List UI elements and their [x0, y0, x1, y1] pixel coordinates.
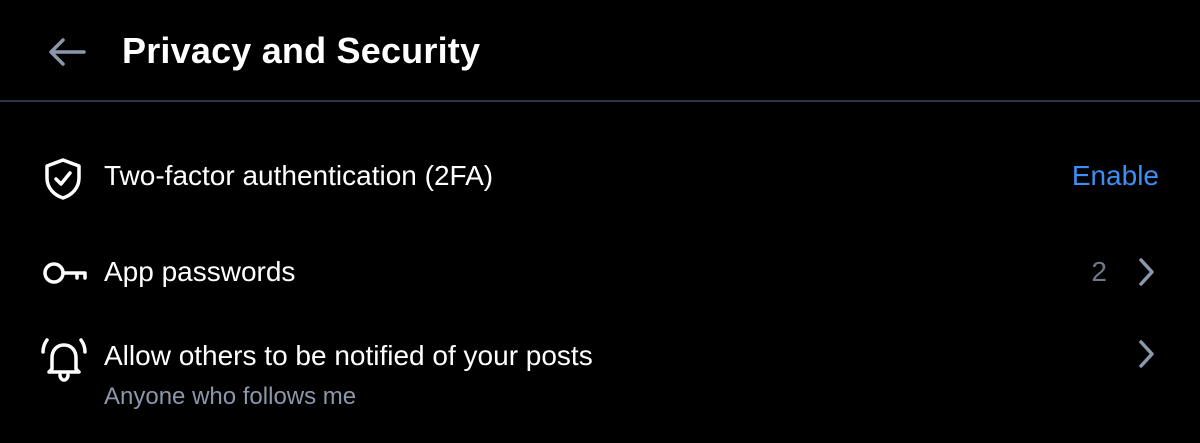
- two-factor-label: Two-factor authentication (2FA): [104, 160, 494, 191]
- post-notifications-label: Allow others to be notified of your post…: [104, 340, 593, 371]
- page-title: Privacy and Security: [122, 30, 481, 71]
- app-passwords-count: 2: [1091, 256, 1107, 287]
- enable-2fa-button[interactable]: Enable: [1072, 158, 1159, 194]
- chevron-right-icon: [1136, 256, 1156, 288]
- header: Privacy and Security: [0, 0, 1200, 102]
- chevron-right-icon: [1136, 338, 1156, 370]
- arrow-left-icon: [49, 38, 86, 66]
- key-icon: [40, 258, 92, 288]
- back-button[interactable]: [40, 30, 92, 74]
- two-factor-row[interactable]: Two-factor authentication (2FA) Enable: [0, 150, 1200, 206]
- post-notifications-setting: Anyone who follows me: [104, 383, 357, 410]
- post-notifications-row[interactable]: Allow others to be notified of your post…: [0, 330, 1200, 420]
- app-passwords-row[interactable]: App passwords 2: [0, 246, 1200, 302]
- bell-ringing-icon: [40, 336, 88, 384]
- shield-check-icon: [40, 156, 86, 202]
- app-passwords-label: App passwords: [104, 256, 296, 287]
